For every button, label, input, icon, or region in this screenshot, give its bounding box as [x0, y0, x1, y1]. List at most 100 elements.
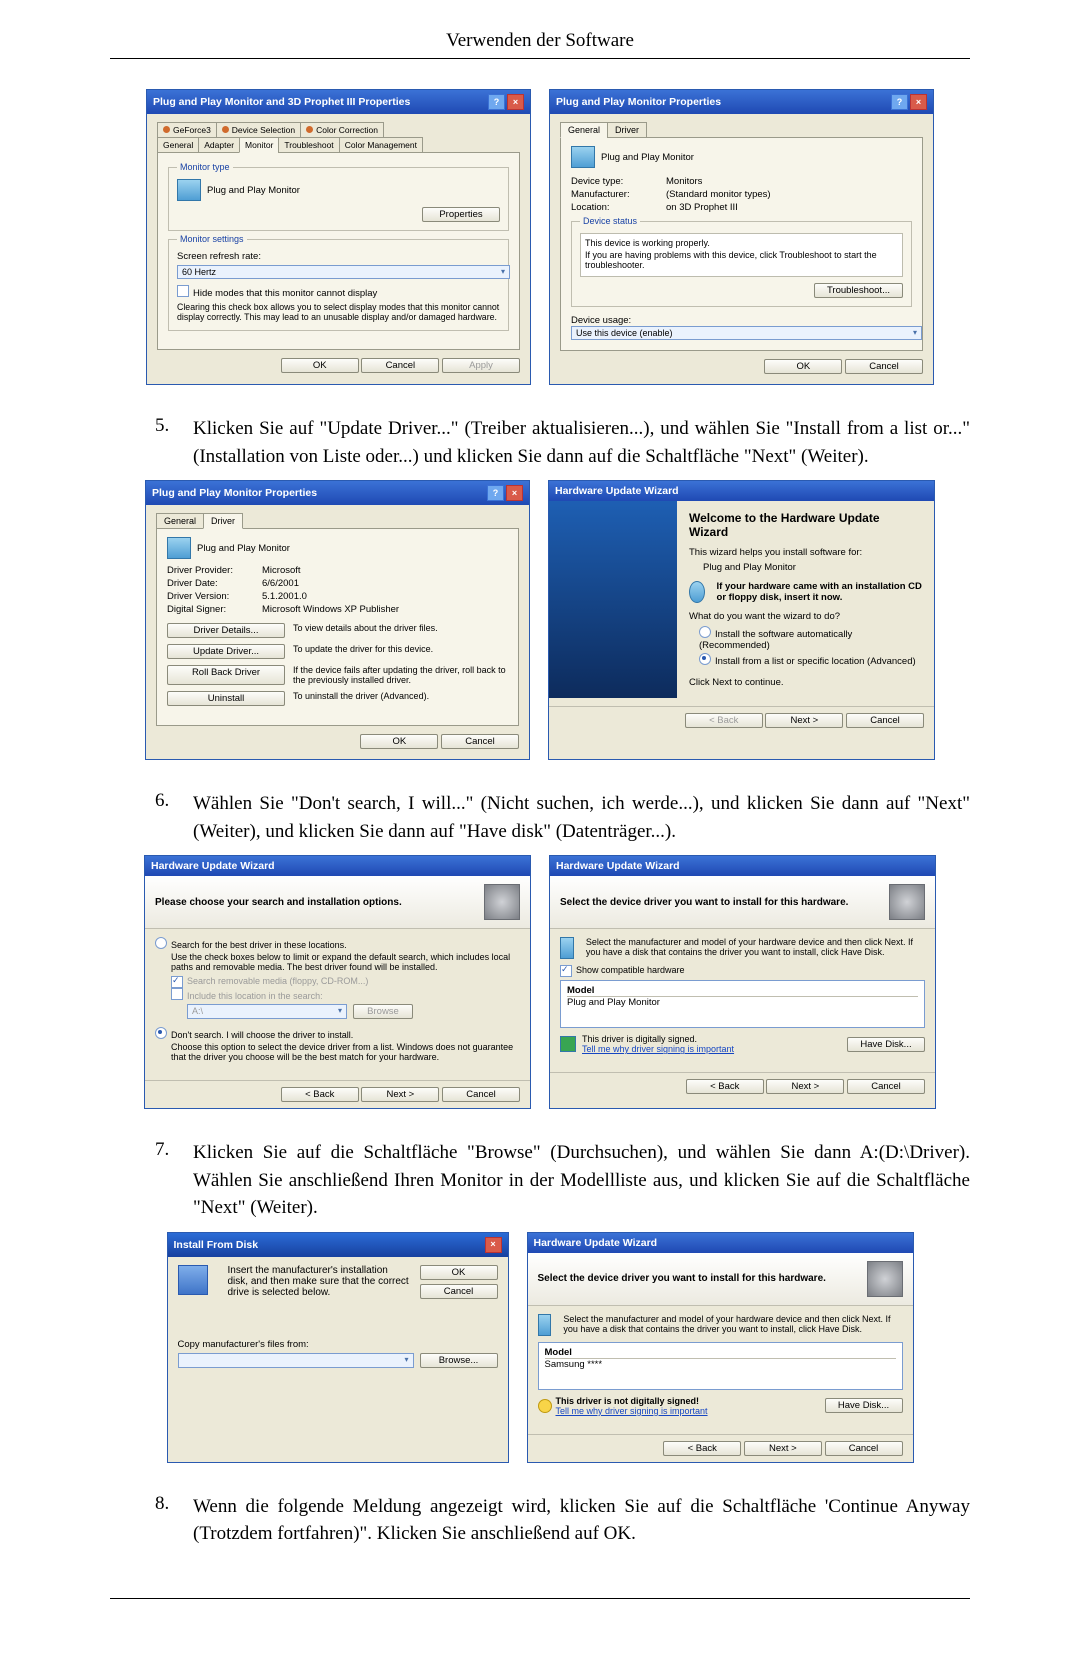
path-field[interactable]: A:\▾	[187, 1004, 347, 1019]
tab-general[interactable]: General	[560, 122, 608, 138]
cancel-button[interactable]: Cancel	[846, 713, 924, 728]
driver-details-button[interactable]: Driver Details...	[167, 623, 285, 638]
divider	[110, 58, 970, 59]
device-header: Plug and Play Monitor	[197, 543, 290, 554]
radio-auto[interactable]	[699, 626, 711, 638]
back-button[interactable]: < Back	[685, 713, 763, 728]
cancel-button[interactable]: Cancel	[442, 1087, 520, 1102]
uninstall-button[interactable]: Uninstall	[167, 691, 285, 706]
page-title: Verwenden der Software	[110, 30, 970, 52]
cancel-button[interactable]: Cancel	[441, 734, 519, 749]
next-button[interactable]: Next >	[361, 1087, 439, 1102]
next-button[interactable]: Next >	[765, 713, 843, 728]
status-help: If you are having problems with this dev…	[585, 250, 898, 270]
monitor-settings-legend: Monitor settings	[177, 234, 247, 244]
step-number: 8.	[155, 1493, 193, 1548]
help-icon[interactable]: ?	[891, 94, 908, 110]
device-usage-select[interactable]: Use this device (enable)▾	[571, 326, 922, 340]
cancel-button[interactable]: Cancel	[845, 359, 923, 374]
back-button[interactable]: < Back	[281, 1087, 359, 1102]
troubleshoot-button[interactable]: Troubleshoot...	[814, 283, 903, 298]
hardware-wizard-welcome: Hardware Update Wizard Welcome to the Ha…	[548, 480, 935, 760]
properties-button[interactable]: Properties	[422, 207, 500, 222]
browse-button[interactable]: Browse...	[420, 1353, 498, 1368]
tab-driver[interactable]: Driver	[203, 513, 243, 529]
step-text: Wählen Sie "Don't search, I will..." (Ni…	[193, 790, 970, 845]
help-icon[interactable]: ?	[487, 485, 504, 501]
ok-button[interactable]: OK	[360, 734, 438, 749]
chk-media[interactable]	[171, 976, 183, 988]
close-icon[interactable]: ×	[910, 94, 927, 110]
radio-dont-search[interactable]	[155, 1027, 167, 1039]
model-list[interactable]: Model Plug and Play Monitor	[560, 980, 925, 1028]
rollback-button[interactable]: Roll Back Driver	[167, 665, 285, 685]
value: Monitors	[666, 176, 702, 187]
radio-list[interactable]	[699, 653, 711, 665]
path-select[interactable]: ▾	[178, 1353, 414, 1368]
tab-driver[interactable]: Driver	[607, 122, 647, 138]
monitor-icon	[560, 937, 574, 959]
copy-from-label: Copy manufacturer's files from:	[178, 1339, 498, 1350]
divider	[110, 1598, 970, 1599]
cancel-button[interactable]: Cancel	[847, 1079, 925, 1094]
cancel-button[interactable]: Cancel	[420, 1284, 498, 1299]
tab-adapter[interactable]: Adapter	[198, 137, 240, 153]
ok-button[interactable]: OK	[281, 358, 359, 373]
tab-monitor[interactable]: Monitor	[239, 137, 279, 153]
next-button[interactable]: Next >	[744, 1441, 822, 1456]
tab-color-management[interactable]: Color Management	[339, 137, 423, 153]
close-icon[interactable]: ×	[507, 94, 524, 110]
help-icon[interactable]: ?	[488, 94, 505, 110]
have-disk-button[interactable]: Have Disk...	[825, 1398, 903, 1413]
close-icon[interactable]: ×	[485, 1237, 502, 1253]
tab-color-correction[interactable]: Color Correction	[300, 122, 384, 138]
hardware-wizard-select-2: Hardware Update Wizard Select the device…	[527, 1232, 914, 1463]
next-button[interactable]: Next >	[766, 1079, 844, 1094]
ok-button[interactable]: OK	[764, 359, 842, 374]
have-disk-button[interactable]: Have Disk...	[847, 1037, 925, 1052]
tab-general[interactable]: General	[156, 513, 204, 529]
list-item[interactable]: Plug and Play Monitor	[567, 997, 918, 1008]
monitor-icon	[538, 1314, 552, 1336]
signing-link[interactable]: Tell me why driver signing is important	[556, 1406, 708, 1416]
pnp-monitor-properties-driver: Plug and Play Monitor Properties ? × Gen…	[145, 480, 530, 760]
monitor-name: Plug and Play Monitor	[207, 185, 300, 196]
hardware-wizard-search: Hardware Update Wizard Please choose you…	[144, 855, 531, 1109]
step-text: Klicken Sie auf "Update Driver..." (Trei…	[193, 415, 970, 470]
back-button[interactable]: < Back	[686, 1079, 764, 1094]
refresh-rate-select[interactable]: 60 Hertz▾	[177, 265, 510, 279]
wizard-header: Select the device driver you want to ins…	[538, 1273, 826, 1284]
tab-geforce[interactable]: GeForce3	[157, 122, 217, 138]
step-number: 7.	[155, 1139, 193, 1222]
title-text: Plug and Play Monitor and 3D Prophet III…	[153, 96, 410, 108]
ok-button[interactable]: OK	[420, 1265, 498, 1280]
titlebar: Plug and Play Monitor and 3D Prophet III…	[147, 90, 530, 114]
tab-troubleshoot[interactable]: Troubleshoot	[278, 137, 339, 153]
pnp-monitor-properties-general: Plug and Play Monitor Properties ? × Gen…	[549, 89, 934, 385]
step-8: 8. Wenn die folgende Meldung angezeigt w…	[155, 1493, 970, 1548]
cancel-button[interactable]: Cancel	[825, 1441, 903, 1456]
back-button[interactable]: < Back	[663, 1441, 741, 1456]
model-list[interactable]: Model Samsung ****	[538, 1342, 903, 1390]
close-icon[interactable]: ×	[506, 485, 523, 501]
value: (Standard monitor types)	[666, 189, 771, 200]
device-usage-label: Device usage:	[571, 315, 631, 326]
browse-button[interactable]: Browse	[353, 1004, 413, 1019]
gear-icon	[889, 884, 925, 920]
title-text: Hardware Update Wizard	[555, 485, 679, 497]
hide-modes-checkbox[interactable]	[177, 285, 189, 297]
tab-devsel[interactable]: Device Selection	[216, 122, 301, 138]
step-5: 5. Klicken Sie auf "Update Driver..." (T…	[155, 415, 970, 470]
step-number: 5.	[155, 415, 193, 470]
gear-icon	[484, 884, 520, 920]
radio-search[interactable]	[155, 937, 167, 949]
cd-icon	[689, 581, 705, 603]
tab-general[interactable]: General	[157, 137, 199, 153]
signing-link[interactable]: Tell me why driver signing is important	[582, 1044, 734, 1054]
chk-compatible[interactable]	[560, 965, 572, 977]
update-driver-button[interactable]: Update Driver...	[167, 644, 285, 659]
chk-include[interactable]	[171, 988, 183, 1000]
list-item[interactable]: Samsung ****	[545, 1359, 896, 1370]
apply-button[interactable]: Apply	[442, 358, 520, 373]
cancel-button[interactable]: Cancel	[361, 358, 439, 373]
